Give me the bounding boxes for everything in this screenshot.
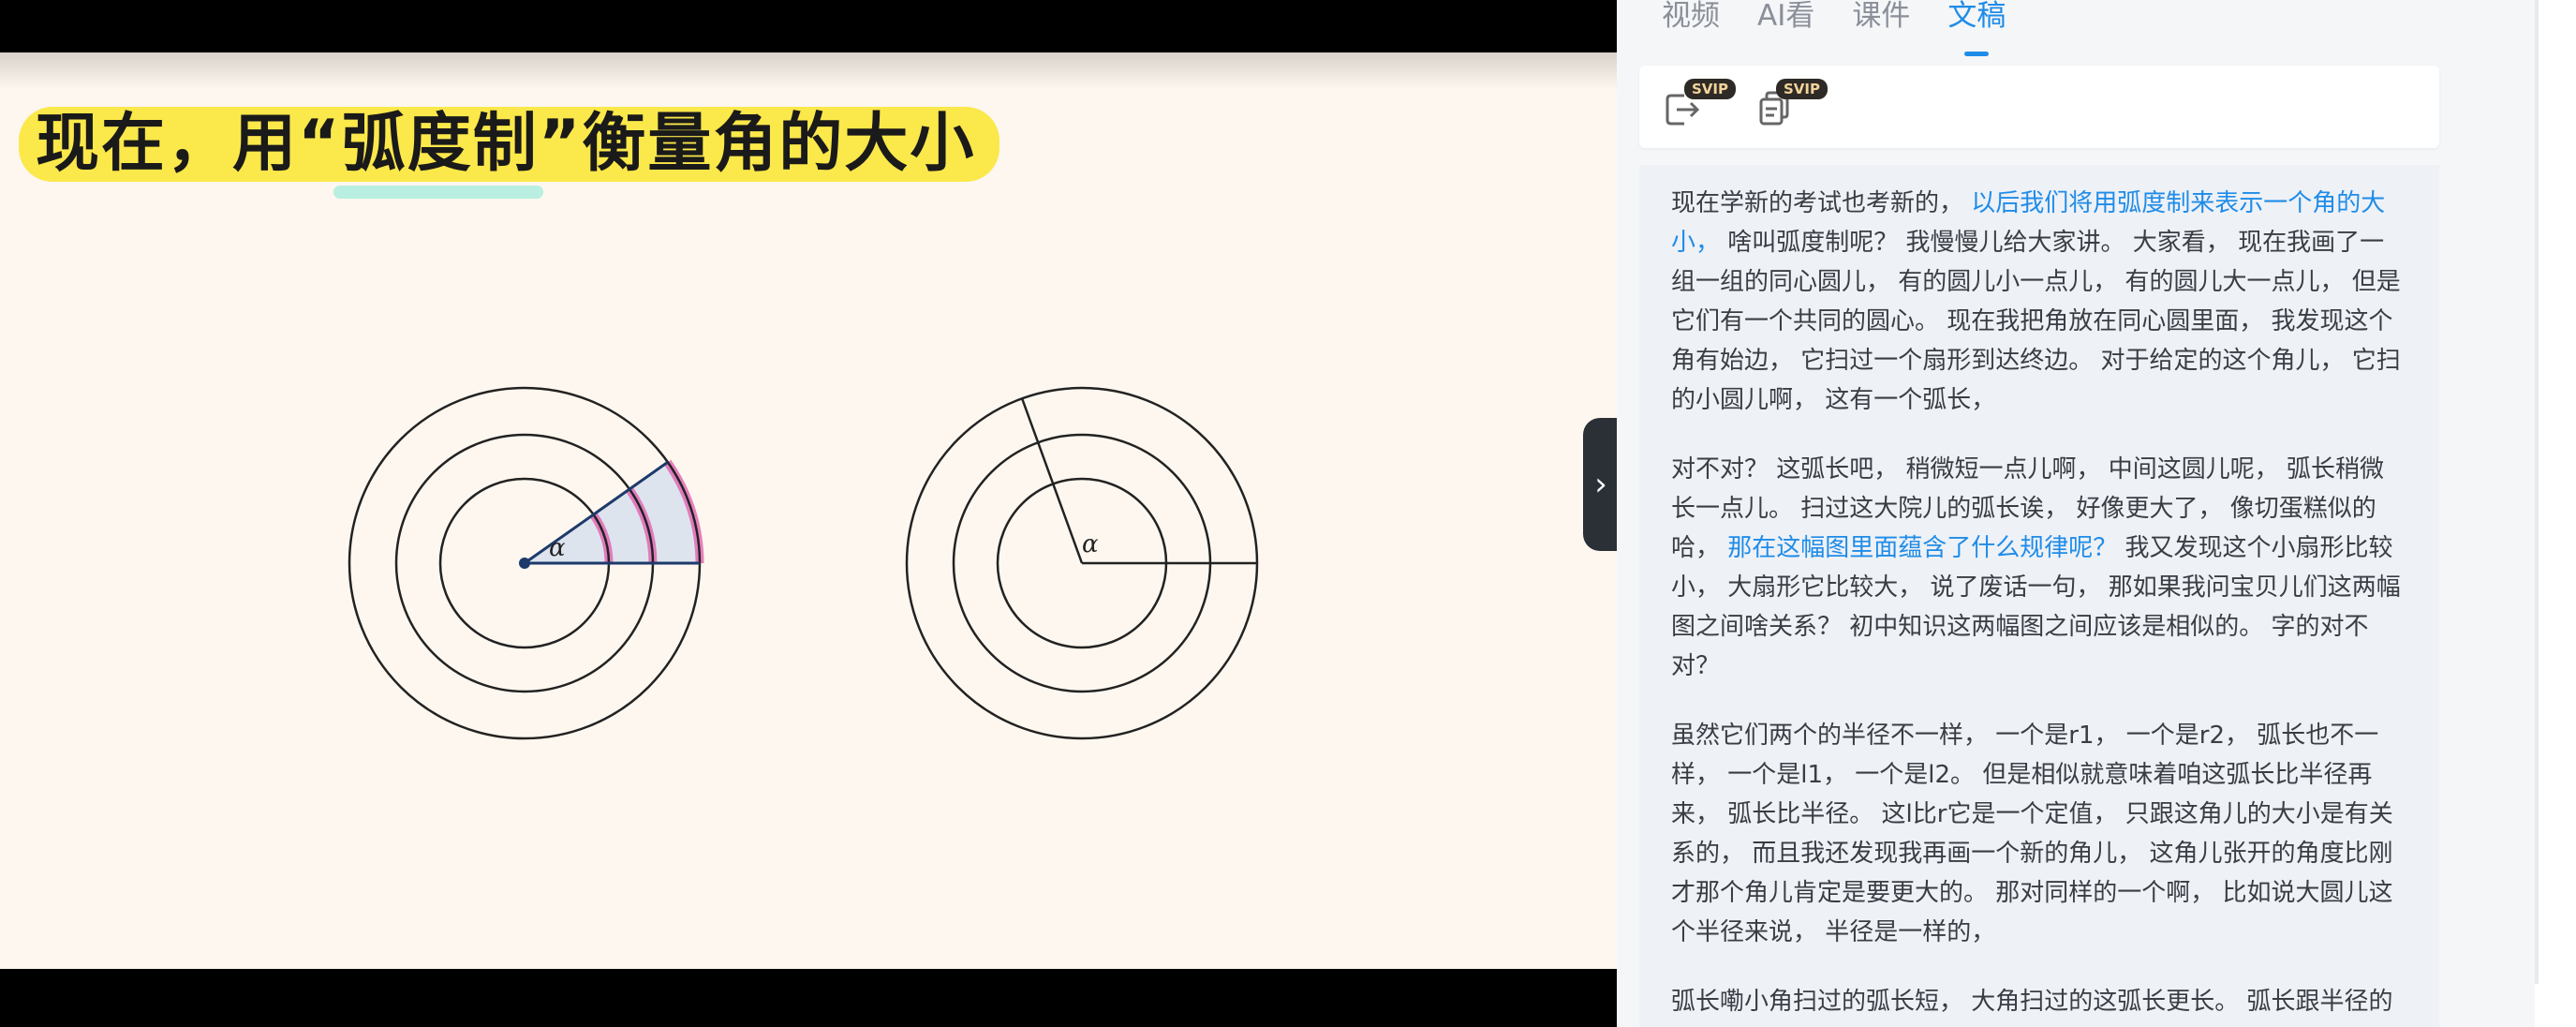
chevron-right-icon: › xyxy=(1594,466,1607,503)
concentric-circles-diagram: α α xyxy=(348,386,1259,740)
export-button[interactable]: SVIP xyxy=(1664,79,1736,127)
tab-courseware[interactable]: 课件 xyxy=(1852,0,1910,47)
center-point xyxy=(519,558,530,569)
title-highlight-mark xyxy=(333,186,543,199)
tab-video[interactable]: 视频 xyxy=(1662,0,1720,47)
lecture-slide: 现在，用“弧度制”衡量角的大小 α α xyxy=(0,52,1617,969)
transcript-paragraph[interactable]: 对不对？ 这弧长吧， 稍微短一点儿啊， 中间这圆儿呢， 弧长稍微长一点儿。 扫过… xyxy=(1671,450,2407,686)
transcript-paragraph[interactable]: 弧长嘞小角扫过的弧长短， 大角扫过的这弧长更长。 弧长跟半径的比值与角度， 它存… xyxy=(1671,982,2407,1027)
collapse-panel-button[interactable]: › xyxy=(1583,418,1619,551)
left-figure: α xyxy=(348,386,704,740)
panel-edge xyxy=(2535,0,2576,1027)
highlighted-sentence[interactable]: 那在这幅图里面蕴含了什么规律呢？ xyxy=(1727,534,2117,562)
tab-ai-watch[interactable]: AI看 xyxy=(1757,0,1814,47)
terminal-side xyxy=(1020,397,1084,564)
transcript-toolbar: SVIP SVIP xyxy=(1639,66,2439,148)
video-player[interactable]: 现在，用“弧度制”衡量角的大小 α α xyxy=(0,0,1617,1027)
angle-label-left: α xyxy=(549,534,566,562)
svip-badge: SVIP xyxy=(1776,79,1828,99)
panel-tabs: 视频 AI看 课件 文稿 xyxy=(1662,0,2006,56)
right-figure: α xyxy=(905,386,1259,740)
copy-doc-button[interactable]: SVIP xyxy=(1755,79,1828,127)
angle-label-right: α xyxy=(1082,530,1099,558)
tab-transcript[interactable]: 文稿 xyxy=(1947,0,2006,56)
video-bottom-bar xyxy=(0,969,1617,1027)
transcript-paragraph[interactable]: 现在学新的考试也考新的， 以后我们将用弧度制来表示一个角的大小， 啥叫弧度制呢？… xyxy=(1671,184,2407,420)
transcript-body: 现在学新的考试也考新的， 以后我们将用弧度制来表示一个角的大小， 啥叫弧度制呢？… xyxy=(1639,165,2439,1027)
svip-badge: SVIP xyxy=(1684,79,1736,99)
transcript-paragraph[interactable]: 虽然它们两个的半径不一样， 一个是r1， 一个是r2， 弧长也不一样， 一个是l… xyxy=(1671,716,2407,952)
slide-title: 现在，用“弧度制”衡量角的大小 xyxy=(19,107,1000,182)
